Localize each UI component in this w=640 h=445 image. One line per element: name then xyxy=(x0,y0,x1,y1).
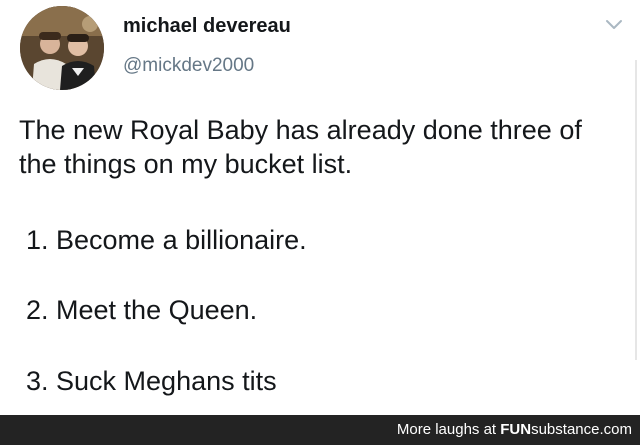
tweet-line: The new Royal Baby has already done thre… xyxy=(19,115,582,145)
watermark-footer: More laughs at FUNsubstance.com xyxy=(0,415,640,445)
tweet-line: the things on my bucket list. xyxy=(19,149,353,179)
author-name[interactable]: michael devereau xyxy=(123,15,291,38)
avatar[interactable] xyxy=(20,6,104,90)
watermark-site-bold: FUN xyxy=(500,421,532,438)
bucket-list-item: 3. Suck Meghans tits xyxy=(26,366,277,396)
chevron-down-icon[interactable] xyxy=(604,18,624,32)
scrollbar-track xyxy=(635,60,637,360)
tweet-card: michael devereau @mickdev2000 The new Ro… xyxy=(0,0,640,415)
tweet-text: The new Royal Baby has already done thre… xyxy=(19,113,619,181)
bucket-list-item: 2. Meet the Queen. xyxy=(26,295,258,325)
watermark-prefix: More laughs at xyxy=(396,421,501,438)
bucket-list-item: 1. Become a billionaire. xyxy=(26,225,307,255)
author-handle[interactable]: @mickdev2000 xyxy=(123,55,254,77)
watermark-site-rest: substance xyxy=(531,421,600,438)
watermark-domain: .com xyxy=(599,421,632,438)
watermark-text[interactable]: More laughs at FUNsubstance.com xyxy=(397,415,632,445)
avatar-photo-icon xyxy=(20,6,104,90)
